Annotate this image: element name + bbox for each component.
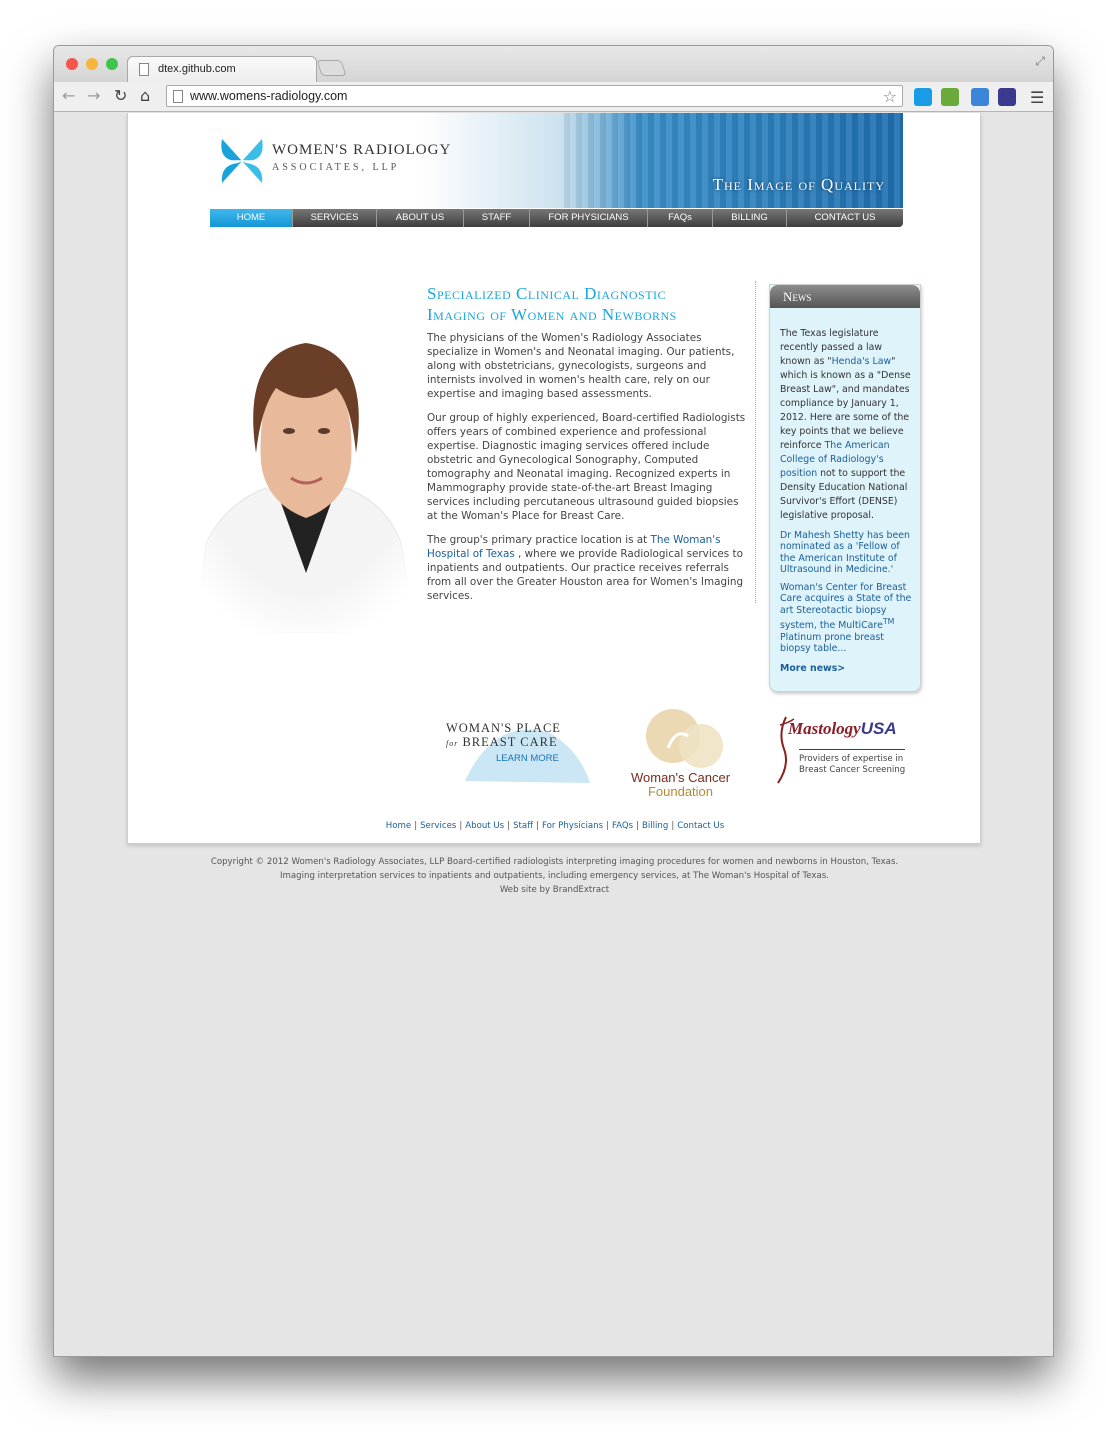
nav-staff[interactable]: STAFF (464, 209, 530, 227)
mastology-usa-logo[interactable]: MastologyUSA Providers of expertise in Br… (772, 713, 917, 788)
mastology-tagline2: Breast Cancer Screening (799, 765, 906, 775)
nav-billing[interactable]: BILLING (713, 209, 787, 227)
news-item-multicare[interactable]: Woman's Center for Breast Care acquires … (780, 582, 912, 654)
desktop: dtex.github.com ⤢ ← → ↻ ⌂ www.womens-rad… (0, 0, 1106, 1443)
hendas-law-link[interactable]: Henda's Law (832, 356, 892, 367)
location-text: The group's primary practice location is… (427, 534, 651, 546)
tab-title: dtex.github.com (158, 63, 236, 75)
usa-text: USA (860, 719, 897, 738)
extension-evernote-icon[interactable] (941, 88, 959, 106)
new-tab-button[interactable] (316, 60, 347, 76)
news-text: Platinum prone breast biopsy table... (780, 631, 884, 654)
fullscreen-icon[interactable]: ⤢ (1035, 54, 1045, 69)
footer-link-billing[interactable]: Billing (642, 821, 668, 831)
url-text[interactable]: www.womens-radiology.com (190, 89, 347, 103)
page-heading: Specialized Clinical Diagnostic Imaging … (427, 283, 747, 325)
page-icon (139, 63, 149, 76)
butterfly-logo-icon[interactable] (218, 137, 266, 185)
back-icon[interactable]: ← (62, 87, 75, 105)
zoom-window-button[interactable] (106, 58, 118, 70)
womans-cancer-foundation-logo[interactable]: Woman's Cancer Foundation (618, 708, 743, 799)
separator: | (536, 821, 539, 831)
main-content: The physicians of the Women's Radiology … (427, 331, 749, 613)
mastology-text: Mastology (788, 719, 861, 738)
news-box: News The Texas legislature recently pass… (769, 284, 921, 692)
footer-link-contact-us[interactable]: Contact Us (677, 821, 724, 831)
extension-d-icon[interactable] (914, 88, 932, 106)
copyright-line1: Copyright © 2012 Women's Radiology Assoc… (210, 857, 899, 867)
heading-line-1: Specialized Clinical Diagnostic (427, 284, 667, 303)
reload-icon[interactable]: ↻ (114, 87, 127, 105)
browser-toolbar: ← → ↻ ⌂ www.womens-radiology.com ☆ ☰ (54, 82, 1053, 112)
tagline: The Image of Quality (712, 175, 885, 194)
web-viewport: WOMEN'S RADIOLOGY ASSOCIATES, LLP The Im… (54, 113, 1053, 1356)
home-icon[interactable]: ⌂ (140, 87, 150, 105)
footer-link-staff[interactable]: Staff (513, 821, 533, 831)
logo-title[interactable]: WOMEN'S RADIOLOGY (272, 142, 451, 159)
womans-place-logo[interactable]: WOMAN'S PLACE for BREAST CARE LEARN MORE (440, 711, 590, 786)
nav-about-us[interactable]: ABOUT US (377, 209, 464, 227)
news-item-shetty[interactable]: Dr Mahesh Shetty has been nominated as a… (780, 530, 912, 575)
services-paragraph: Our group of highly experienced, Board-c… (427, 412, 746, 522)
bookmark-star-icon[interactable]: ☆ (883, 87, 897, 106)
page-icon (173, 90, 183, 103)
header-banner: WOMEN'S RADIOLOGY ASSOCIATES, LLP The Im… (210, 113, 903, 208)
footer-link-services[interactable]: Services (420, 821, 456, 831)
site-credit[interactable]: Web site by BrandExtract (54, 883, 1053, 897)
doctor-photo (186, 313, 426, 633)
logo-subtitle: ASSOCIATES, LLP (272, 162, 400, 173)
copyright-block: Copyright © 2012 Women's Radiology Assoc… (54, 855, 1053, 897)
tab-bar: dtex.github.com ⤢ (54, 46, 1053, 84)
nav-for-physicians[interactable]: FOR PHYSICIANS (530, 209, 648, 227)
news-item-hendas-law: The Texas legislature recently passed a … (780, 327, 912, 523)
womans-place-line1: WOMAN'S PLACE (446, 721, 561, 735)
footer-link-about-us[interactable]: About Us (465, 821, 504, 831)
nav-services[interactable]: SERVICES (293, 209, 377, 227)
address-bar[interactable]: www.womens-radiology.com ☆ (166, 85, 903, 107)
news-text: " which is known as a "Dense Breast Law"… (780, 356, 911, 451)
extension-blue-icon[interactable] (971, 88, 989, 106)
main-nav: HOME SERVICES ABOUT US STAFF FOR PHYSICI… (210, 209, 903, 227)
news-body: The Texas legislature recently passed a … (770, 308, 920, 676)
minimize-window-button[interactable] (86, 58, 98, 70)
separator: | (507, 821, 511, 831)
footer-links: Home | Services | About Us | Staff | For Physici… (128, 821, 982, 831)
separator: | (414, 821, 418, 831)
column-divider (755, 281, 756, 603)
more-news-link[interactable]: More news> (780, 662, 912, 676)
separator: | (636, 821, 639, 831)
forward-icon[interactable]: → (87, 87, 100, 105)
extension-purple-icon[interactable] (998, 88, 1016, 106)
separator: | (671, 821, 675, 831)
trademark: TM (882, 617, 895, 627)
close-window-button[interactable] (66, 58, 78, 70)
foundation-line2: Foundation (647, 784, 714, 799)
nav-faqs[interactable]: FAQs (648, 209, 713, 227)
browser-window: dtex.github.com ⤢ ← → ↻ ⌂ www.womens-rad… (53, 45, 1054, 1357)
nav-contact-us[interactable]: CONTACT US (787, 209, 903, 227)
browser-tab[interactable]: dtex.github.com (127, 56, 317, 84)
news-title: News (770, 285, 920, 308)
womans-place-line2: BREAST CARE (462, 735, 558, 749)
foundation-circles-icon (646, 709, 723, 768)
separator: | (459, 821, 463, 831)
learn-more-link[interactable]: LEARN MORE (496, 753, 559, 764)
womans-place-for: for (446, 739, 459, 748)
nav-home[interactable]: HOME (210, 209, 293, 227)
menu-icon[interactable]: ☰ (1030, 88, 1044, 107)
footer-link-home[interactable]: Home (386, 821, 411, 831)
footer-link-for-physicians[interactable]: For Physicians (542, 821, 603, 831)
intro-paragraph: The physicians of the Women's Radiology … (427, 332, 735, 400)
location-paragraph: The group's primary practice location is… (427, 533, 749, 603)
foundation-line1: Woman's Cancer (630, 770, 731, 785)
separator: | (606, 821, 609, 831)
footer-link-faqs[interactable]: FAQs (612, 821, 633, 831)
copyright-line2: Imaging interpretation services to inpat… (280, 871, 829, 881)
page-container: WOMEN'S RADIOLOGY ASSOCIATES, LLP The Im… (127, 113, 981, 844)
heading-line-2: Imaging of Women and Newborns (427, 305, 677, 324)
mastology-tagline1: Providers of expertise in (799, 754, 904, 764)
